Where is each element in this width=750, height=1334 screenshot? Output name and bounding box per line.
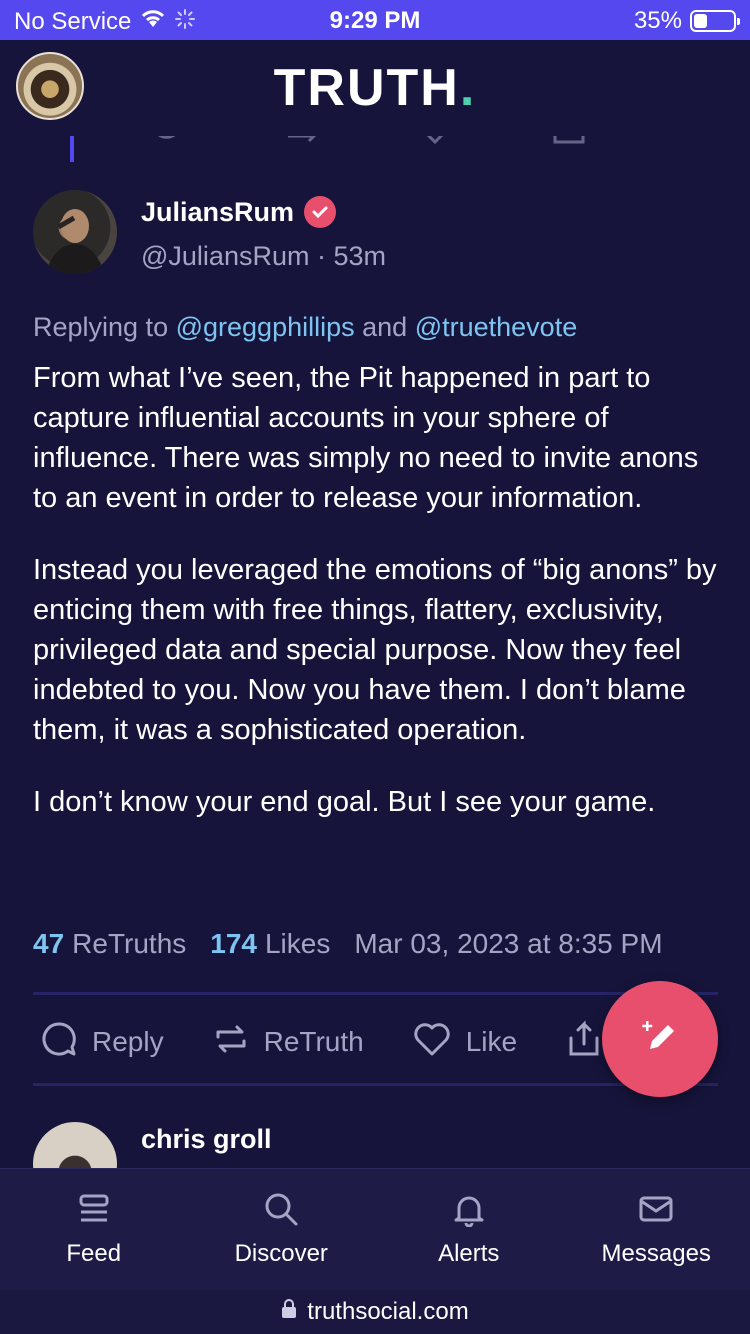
battery-level [694,14,708,28]
browser-url-bar[interactable]: truthsocial.com [0,1290,750,1334]
replying-joiner: and [362,312,408,342]
heart-icon [412,1020,452,1065]
likes-stat[interactable]: 174 Likes [210,928,330,960]
nav-alerts[interactable]: Alerts [375,1169,563,1290]
like-button[interactable]: Like [412,1020,517,1065]
divider [33,992,718,995]
app-header: TRUTH. [0,40,750,136]
reply-label: Reply [92,1026,164,1057]
mention-link[interactable]: @truethevote [415,312,578,342]
logo-text: TRUTH [273,59,460,117]
likes-label: Likes [264,928,331,959]
retruths-count: 47 [33,928,65,959]
reply-button[interactable]: Reply [40,1020,164,1065]
nav-messages[interactable]: Messages [563,1169,750,1290]
post-body: From what I’ve seen, the Pit happened in… [33,358,723,854]
url-text: truthsocial.com [307,1298,469,1325]
nav-label: Messages [601,1240,711,1267]
retruth-label: ReTruth [263,1026,364,1057]
feed-icon [76,1191,112,1232]
replying-prefix: Replying to [33,312,169,342]
battery-percent: 35% [633,7,682,34]
retruths-stat[interactable]: 47 ReTruths [33,928,186,960]
replying-to-line: Replying to @greggphillips and @truethev… [33,312,577,343]
post-paragraph: From what I’ve seen, the Pit happened in… [33,362,699,514]
lock-icon [281,1298,297,1326]
status-bar: No Service 9:29 PM 35% [0,0,750,40]
retruth-icon [212,1020,250,1065]
nav-label: Feed [66,1240,122,1267]
author-name-text: JuliansRum [141,196,295,227]
nav-feed[interactable]: Feed [0,1169,188,1290]
post-timestamp: Mar 03, 2023 at 8:35 PM [354,928,663,959]
logo-dot: . [459,59,477,117]
truth-logo[interactable]: TRUTH. [0,58,750,118]
post-age: 53m [333,241,387,271]
post-stats: 47 ReTruths 174 Likes Mar 03, 2023 at 8:35… [33,928,733,960]
reply-icon [40,1020,78,1065]
compose-pencil-icon [638,1015,682,1064]
share-button[interactable] [565,1019,603,1065]
search-icon [263,1191,299,1232]
post-paragraph: I don’t know your end goal. But I see yo… [33,786,656,818]
author-name[interactable]: JuliansRum [141,196,337,228]
retruth-button[interactable]: ReTruth [212,1020,364,1065]
mention-link[interactable]: @greggphillips [176,312,355,342]
battery-icon [690,10,740,32]
bell-icon [451,1191,487,1232]
bottom-nav: Feed Discover Alerts Messages [0,1168,750,1290]
envelope-icon [638,1191,674,1232]
author-handle[interactable]: @JuliansRum [141,241,309,271]
handle-separator: · [316,241,326,271]
retruths-label: ReTruths [72,928,187,959]
verified-badge-icon [304,196,337,228]
thread-connector-line [70,136,74,162]
next-author-name[interactable]: chris groll [141,1124,272,1155]
like-label: Like [465,1026,518,1057]
author-handle-line: @JuliansRum · 53m [141,241,386,272]
post-paragraph: Instead you leveraged the emotions of “b… [33,554,717,746]
nav-discover[interactable]: Discover [188,1169,376,1290]
divider [33,1083,718,1086]
likes-count: 174 [210,928,257,959]
nav-label: Alerts [438,1240,500,1267]
status-right: 35% [633,7,740,35]
nav-label: Discover [234,1240,328,1267]
author-avatar[interactable] [33,190,117,274]
compose-button[interactable] [602,981,718,1097]
share-icon [565,1019,603,1065]
